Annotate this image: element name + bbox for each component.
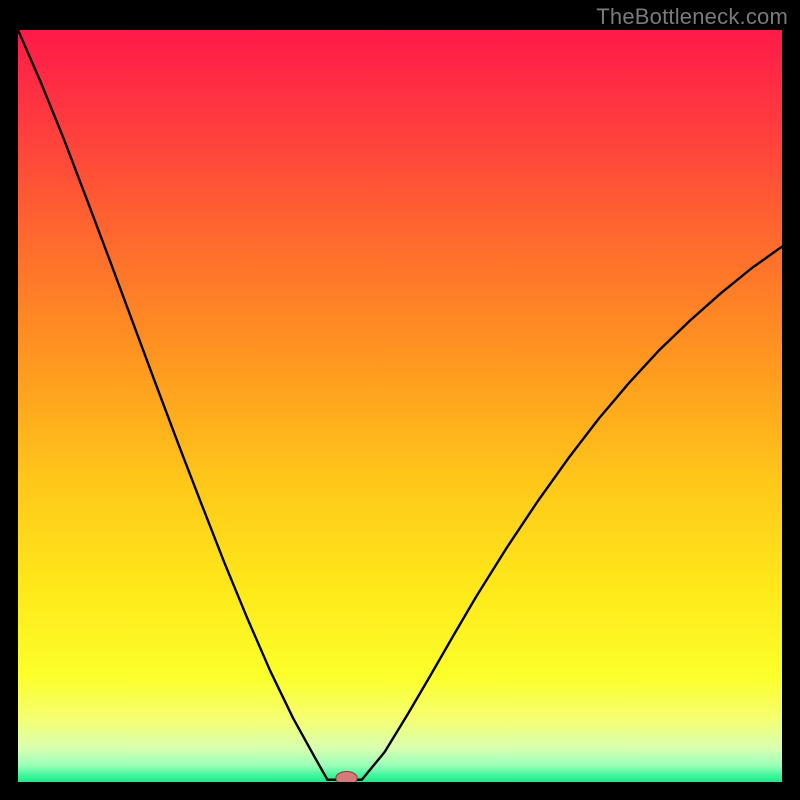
chart-svg: [18, 30, 782, 782]
gradient-background: [18, 30, 782, 782]
app-frame: TheBottleneck.com: [0, 0, 800, 800]
plot-inner: [18, 30, 782, 782]
optimum-marker: [336, 771, 357, 782]
plot-area: [18, 30, 782, 782]
watermark-text: TheBottleneck.com: [596, 4, 788, 30]
